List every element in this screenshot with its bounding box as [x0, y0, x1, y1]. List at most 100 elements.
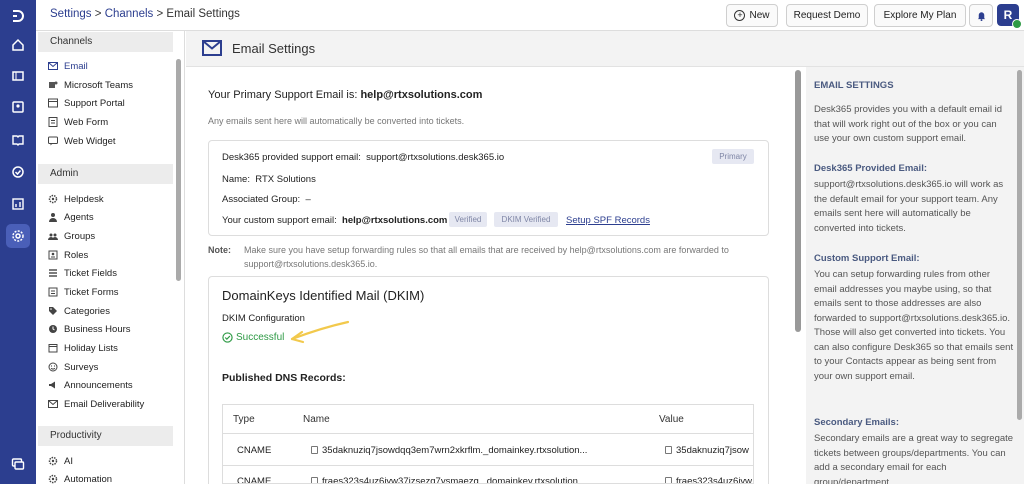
sidebar-item-ticket-forms[interactable]: Ticket Forms: [48, 283, 176, 301]
new-button[interactable]: + New: [726, 4, 778, 27]
gear-icon: [48, 474, 58, 484]
knowledge-base-icon[interactable]: [6, 128, 30, 152]
help-secondary-heading: Secondary Emails:: [814, 417, 900, 428]
teams-icon: [48, 80, 58, 90]
content-scrollbar[interactable]: [795, 70, 801, 332]
sidebar-item-label: Microsoft Teams: [64, 79, 133, 91]
dns-value-text: fraes323s4uz6iyw: [676, 476, 753, 484]
sidebar-item-roles[interactable]: Roles: [48, 246, 176, 264]
help-provided-text: support@rtxsolutions.desk365.io will wor…: [814, 179, 1004, 234]
dns-records-title: Published DNS Records:: [222, 372, 346, 384]
settings-icon[interactable]: [6, 224, 30, 248]
tasks-icon[interactable]: [6, 160, 30, 184]
table-divider: [223, 465, 753, 466]
sidebar-item-groups[interactable]: Groups: [48, 227, 176, 245]
mail-icon: [202, 40, 222, 56]
page-header: Email Settings: [186, 31, 1024, 67]
dns-name-cell[interactable]: 35daknuziq7jsowdqq3em7wrn2xkrflm._domain…: [311, 445, 587, 456]
sidebar-item-categories[interactable]: Categories: [48, 302, 176, 320]
primary-email-value: help@rtxsolutions.com: [360, 89, 483, 101]
sidebar-item-label: Surveys: [64, 361, 99, 373]
primary-email-line: Your Primary Support Email is: help@rtxs…: [208, 89, 482, 101]
sidebar-item-ai[interactable]: AI: [48, 452, 176, 470]
sidebar-item-automation[interactable]: Automation: [48, 470, 176, 484]
annotation-arrow-icon: [290, 320, 350, 344]
sidebar-item-holiday-lists[interactable]: Holiday Lists: [48, 339, 176, 357]
sidebar-item-announcements[interactable]: Announcements: [48, 376, 176, 394]
sidebar-item-microsoft-teams[interactable]: Microsoft Teams: [48, 76, 176, 94]
mail-icon: [48, 61, 58, 71]
dns-name-text: 35daknuziq7jsowdqq3em7wrn2xkrflm._domain…: [322, 445, 588, 456]
breadcrumb-separator: >: [156, 8, 164, 20]
provided-email-value: support@rtxsolutions.desk365.io: [366, 152, 505, 163]
desk365-logo-icon[interactable]: [6, 4, 30, 28]
dns-value-text: 35daknuziq7jsow: [676, 445, 749, 456]
sidebar-item-email-deliverability[interactable]: Email Deliverability: [48, 395, 176, 413]
ticket-icon[interactable]: [6, 64, 30, 88]
explore-plan-label: Explore My Plan: [883, 10, 957, 21]
help-secondary-text: Secondary emails are a great way to segr…: [814, 433, 1014, 484]
sidebar-item-label: AI: [64, 455, 73, 467]
help-panel-title: EMAIL SETTINGS: [814, 80, 894, 91]
tag-icon: [48, 306, 58, 316]
sidebar-item-support-portal[interactable]: Support Portal: [48, 94, 176, 112]
forms-icon: [48, 287, 58, 297]
app-rail: [0, 0, 36, 484]
widget-icon: [48, 136, 58, 146]
chat-icon[interactable]: [6, 452, 30, 476]
copy-icon[interactable]: [665, 446, 672, 454]
plus-icon: +: [734, 10, 746, 21]
sidebar-item-ticket-fields[interactable]: Ticket Fields: [48, 264, 176, 282]
name-label: Name:: [222, 174, 250, 185]
reports-icon[interactable]: [6, 192, 30, 216]
dkim-status: Successful: [222, 332, 284, 343]
breadcrumb-channels[interactable]: Channels: [105, 8, 154, 20]
sidebar-item-label: Roles: [64, 249, 89, 261]
group-icon: [48, 231, 58, 241]
sidebar-item-label: Email: [64, 60, 88, 72]
provided-email-row: Desk365 provided support email: support@…: [222, 152, 504, 163]
sidebar-item-label: Automation: [64, 473, 113, 484]
sidebar-item-business-hours[interactable]: Business Hours: [48, 320, 176, 338]
sidebar-item-helpdesk[interactable]: Helpdesk: [48, 190, 176, 208]
sidebar-item-web-widget[interactable]: Web Widget: [48, 132, 176, 150]
form-icon: [48, 117, 58, 127]
avatar[interactable]: R: [997, 4, 1022, 29]
help-panel-scrollbar[interactable]: [1017, 70, 1022, 420]
name-value: RTX Solutions: [255, 174, 316, 185]
sidebar-item-web-form[interactable]: Web Form: [48, 113, 176, 131]
request-demo-button[interactable]: Request Demo: [786, 4, 868, 27]
copy-icon[interactable]: [311, 477, 318, 483]
sidebar-item-agents[interactable]: Agents: [48, 208, 176, 226]
dns-name-cell[interactable]: fraes323s4uz6iyw37izsezg7ysmaezg._domain…: [311, 476, 586, 483]
dns-value-cell[interactable]: 35daknuziq7jsow: [665, 445, 749, 456]
mail-icon: [48, 399, 58, 409]
survey-icon: [48, 362, 58, 372]
custom-email-value: help@rtxsolutions.com: [342, 215, 448, 226]
sidebar-item-label: Email Deliverability: [64, 398, 145, 410]
sidebar-item-email[interactable]: Email: [48, 57, 176, 75]
contacts-icon[interactable]: [6, 95, 30, 119]
copy-icon[interactable]: [311, 446, 318, 454]
notifications-button[interactable]: [969, 4, 993, 27]
setup-spf-link[interactable]: Setup SPF Records: [566, 215, 650, 226]
provided-email-label: Desk365 provided support email:: [222, 152, 361, 163]
home-icon[interactable]: [6, 33, 30, 57]
top-bar: Settings > Channels > Email Settings + N…: [36, 0, 1024, 31]
column-header-value: Value: [659, 414, 684, 425]
dns-type-cell: CNAME: [237, 445, 272, 456]
clock-icon: [48, 324, 58, 334]
dns-value-cell[interactable]: fraes323s4uz6iyw: [665, 476, 753, 484]
breadcrumb-settings[interactable]: Settings: [50, 8, 92, 20]
sidebar-item-surveys[interactable]: Surveys: [48, 358, 176, 376]
explore-plan-button[interactable]: Explore My Plan: [874, 4, 966, 27]
help-custom-text: You can setup forwarding rules from othe…: [814, 269, 1014, 382]
note-label: Note:: [208, 245, 231, 255]
sidebar-item-label: Agents: [64, 211, 94, 223]
primary-email-prefix: Your Primary Support Email is:: [208, 89, 358, 101]
note-line-1: Make sure you have setup forwarding rule…: [244, 245, 729, 255]
gear-icon: [48, 456, 58, 466]
copy-icon[interactable]: [665, 477, 672, 483]
sidebar-scrollbar[interactable]: [176, 59, 181, 281]
custom-email-label: Your custom support email:: [222, 215, 337, 226]
